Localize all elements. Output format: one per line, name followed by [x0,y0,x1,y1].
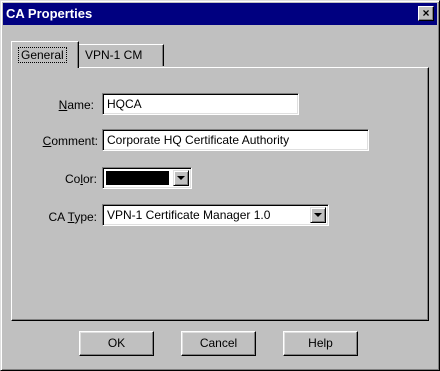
tab-vpn-1-cm[interactable]: VPN-1 CM [79,44,164,66]
color-swatch [106,171,169,185]
ca-type-dropdown[interactable]: VPN-1 Certificate Manager 1.0 [102,204,329,226]
color-dropdown[interactable] [102,167,192,189]
title-bar[interactable]: CA Properties × [3,3,437,25]
cancel-button[interactable]: Cancel [181,331,256,356]
comment-input[interactable]: Corporate HQ Certificate Authority [102,129,369,151]
close-button[interactable]: × [418,6,434,21]
help-button-label: Help [308,336,333,350]
ok-button-label: OK [107,336,126,350]
chevron-down-icon[interactable] [173,170,189,186]
comment-label: Comment: [42,134,98,148]
name-label: Name: [58,98,94,112]
tab-vpn-1-cm-label: VPN-1 CM [85,48,143,62]
name-value: HQCA [107,97,142,111]
chevron-down-icon[interactable] [310,207,326,223]
tab-general-label: General [18,47,67,63]
ca-type-label: CA Type: [48,210,97,224]
comment-value: Corporate HQ Certificate Authority [107,133,290,147]
window-title: CA Properties [6,6,93,21]
tab-general[interactable]: General [11,41,79,68]
close-icon: × [422,6,430,20]
color-label: Color: [64,172,97,186]
cancel-button-label: Cancel [199,336,238,350]
help-button[interactable]: Help [283,331,358,356]
name-input[interactable]: HQCA [102,93,299,115]
ca-type-value: VPN-1 Certificate Manager 1.0 [107,208,271,222]
ok-button[interactable]: OK [79,331,154,356]
